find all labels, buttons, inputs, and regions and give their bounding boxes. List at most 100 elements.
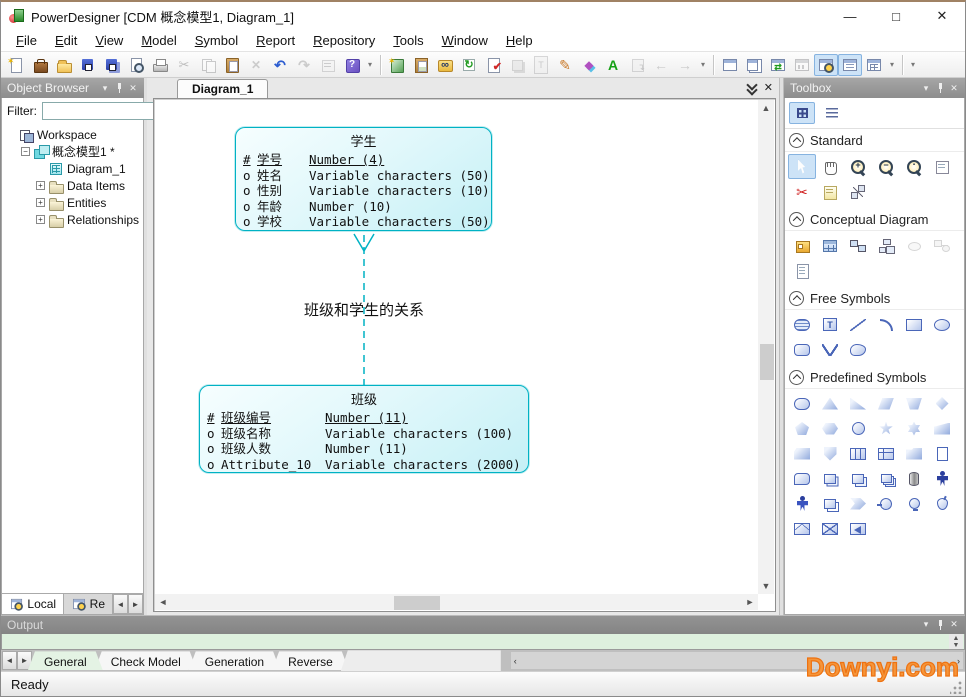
scroll-up-icon[interactable]: ▲ (758, 100, 774, 116)
toolbox-tool[interactable] (900, 441, 928, 466)
tree-expander-icon[interactable]: + (36, 215, 45, 224)
toolbar-button[interactable] (100, 54, 124, 76)
tree-item[interactable]: + Relationships (2, 211, 143, 228)
toolbar-button[interactable] (457, 54, 481, 76)
toolbox-tool[interactable] (788, 441, 816, 466)
panel-menu-dropdown-icon[interactable]: ▾ (919, 81, 933, 95)
toolbox-tool[interactable] (788, 154, 816, 179)
menu-file[interactable]: File (7, 31, 46, 50)
toolbox-tool[interactable] (872, 491, 900, 516)
toolbox-tool[interactable] (816, 233, 844, 258)
output-tab[interactable]: Reverse (272, 651, 349, 670)
toolbar-button[interactable] (553, 54, 577, 76)
close-button[interactable]: ✕ (919, 2, 965, 30)
toolbox-tool[interactable] (844, 179, 872, 204)
list-view-icon[interactable] (819, 102, 845, 124)
panel-pin-icon[interactable] (112, 81, 126, 95)
toolbox-tool[interactable] (816, 312, 844, 337)
toolbar-button[interactable] (52, 54, 76, 76)
toolbox-tool[interactable] (928, 416, 956, 441)
tree-item[interactable]: Workspace (2, 126, 143, 143)
toolbar-button[interactable] (742, 54, 766, 76)
toolbar-overflow-icon[interactable]: ▾ (907, 55, 919, 75)
panel-menu-dropdown-icon[interactable]: ▾ (919, 618, 933, 632)
output-content[interactable]: ▲ ▼ (1, 633, 965, 651)
toolbox-tool[interactable] (872, 466, 900, 491)
toolbox-tool[interactable] (816, 391, 844, 416)
toolbar-button[interactable] (409, 54, 433, 76)
scroll-right-icon[interactable]: ► (742, 594, 758, 610)
toolbox-tool[interactable] (844, 466, 872, 491)
maximize-button[interactable]: □ (873, 2, 919, 30)
toolbox-tool[interactable] (900, 233, 928, 258)
output-tab[interactable]: Check Model (95, 651, 197, 670)
tab-local[interactable]: Local (2, 594, 65, 614)
toolbar-button[interactable] (148, 54, 172, 76)
tree-item[interactable]: + Data Items (2, 177, 143, 194)
tab-scroll-left-icon[interactable]: ◄ (113, 594, 128, 614)
scroll-left-icon[interactable]: ‹ (514, 656, 517, 666)
toolbar-button[interactable] (649, 54, 673, 76)
panel-pin-icon[interactable] (933, 81, 947, 95)
tab-scroll-right-icon[interactable]: ► (128, 594, 143, 614)
tab-repository[interactable]: Re (64, 594, 113, 614)
toolbox-tool[interactable] (844, 337, 872, 362)
toolbar-button[interactable] (577, 54, 601, 76)
diagram-canvas[interactable]: 学生 # 学号 Number (4) o 姓名 Variable charact… (155, 100, 758, 594)
toolbox-tool[interactable] (872, 154, 900, 179)
toolbar-button[interactable] (316, 54, 340, 76)
tree-item[interactable]: + Entities (2, 194, 143, 211)
toolbar-button[interactable] (838, 53, 862, 76)
toolbox-tool[interactable] (816, 416, 844, 441)
toolbar-button[interactable] (196, 54, 220, 76)
toolbox-tool[interactable] (872, 416, 900, 441)
toolbox-tool[interactable] (816, 337, 844, 362)
menu-edit[interactable]: Edit (46, 31, 86, 50)
toolbar-overflow-icon[interactable]: ▾ (886, 55, 898, 75)
toolbox-tool[interactable] (816, 154, 844, 179)
toolbox-tool[interactable] (928, 312, 956, 337)
scroll-down-icon[interactable]: ▼ (758, 578, 774, 594)
output-tab[interactable]: General (28, 651, 103, 670)
toolbar-button[interactable] (481, 54, 505, 76)
tree-expander-icon[interactable]: + (36, 181, 45, 190)
toolbox-tool[interactable] (872, 233, 900, 258)
toolbar-button[interactable] (76, 54, 100, 76)
toolbar-button[interactable] (433, 54, 457, 76)
menu-help[interactable]: Help (497, 31, 542, 50)
section-predefined-symbols[interactable]: Predefined Symbols (785, 366, 964, 389)
toolbar-button[interactable] (4, 53, 28, 76)
toolbox-tool[interactable] (788, 516, 816, 541)
section-standard[interactable]: Standard (785, 129, 964, 152)
toolbar-button[interactable] (244, 54, 268, 76)
toolbar-button[interactable] (601, 54, 625, 76)
toolbar-button[interactable] (529, 54, 553, 76)
toolbox-tool[interactable] (788, 416, 816, 441)
panel-pin-icon[interactable] (933, 618, 947, 632)
toolbox-tool[interactable] (872, 312, 900, 337)
toolbar-button[interactable] (172, 54, 196, 76)
menu-model[interactable]: Model (132, 31, 185, 50)
section-conceptual-diagram[interactable]: Conceptual Diagram (785, 208, 964, 231)
toolbar-button[interactable] (268, 54, 292, 76)
tree-expander-icon[interactable] (36, 164, 45, 173)
collapse-section-icon[interactable] (789, 369, 804, 385)
toolbox-tool[interactable] (816, 441, 844, 466)
output-tab[interactable]: Generation (189, 651, 280, 670)
toolbox-tool[interactable] (788, 491, 816, 516)
toolbox-tool[interactable] (816, 179, 844, 204)
toolbox-tool[interactable] (844, 312, 872, 337)
toolbox-tool[interactable] (788, 312, 816, 337)
toolbox-tool[interactable] (816, 516, 844, 541)
menu-window[interactable]: Window (433, 31, 497, 50)
collapse-section-icon[interactable] (789, 290, 804, 306)
toolbox-tool[interactable] (844, 491, 872, 516)
grid-view-icon[interactable] (789, 102, 815, 124)
tree-expander-icon[interactable]: + (36, 198, 45, 207)
toolbox-tool[interactable] (788, 258, 816, 283)
entity-class[interactable]: 班级 # 班级编号 Number (11) o 班级名称 Variable ch… (199, 385, 529, 473)
toolbox-tool[interactable] (928, 154, 956, 179)
document-close-icon[interactable]: ✕ (764, 81, 773, 94)
collapse-section-icon[interactable] (789, 211, 804, 227)
toolbox-tool[interactable] (928, 233, 956, 258)
